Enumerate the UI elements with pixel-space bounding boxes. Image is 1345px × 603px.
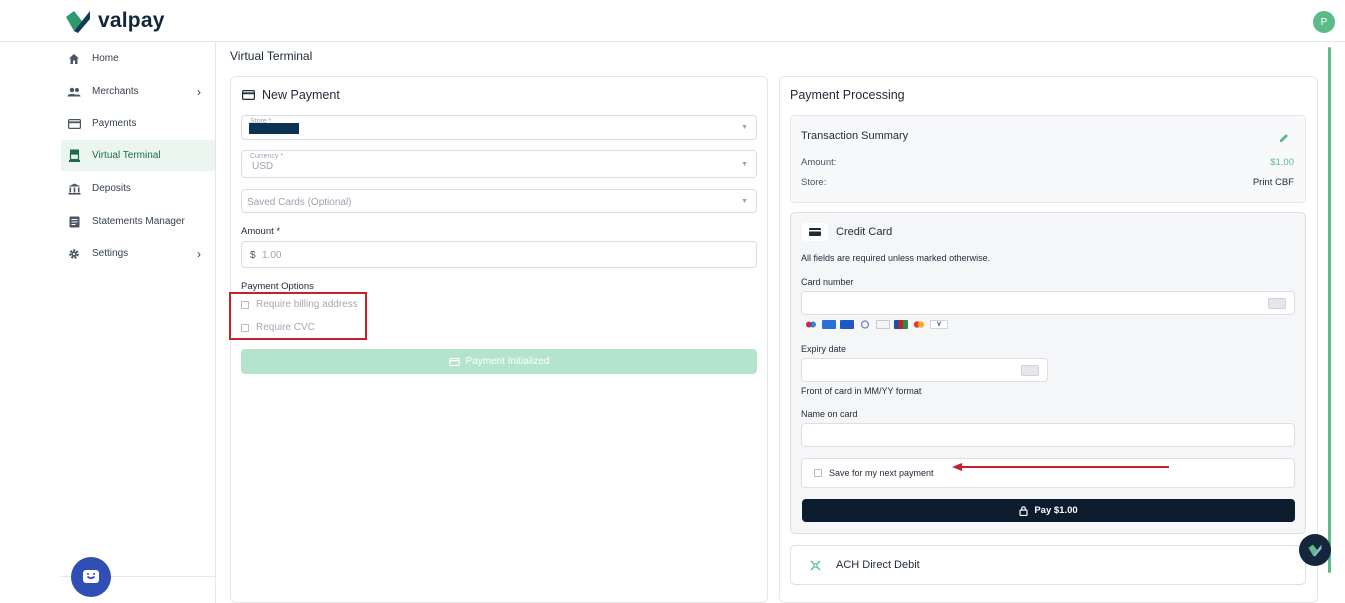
page-scrollbar[interactable] [1328, 47, 1331, 573]
jcb-icon [894, 320, 908, 329]
valpay-logo[interactable]: valpay [64, 8, 165, 34]
new-payment-title: New Payment [262, 88, 340, 102]
sidebar-item-label: Settings [92, 248, 129, 259]
amex-icon [822, 320, 836, 329]
sidebar-item-label: Merchants [92, 86, 139, 97]
summary-amount-value: $1.00 [1270, 157, 1294, 168]
summary-store-value: Print CBF [1252, 177, 1294, 188]
annotation-arrow-head [952, 463, 962, 471]
support-chat-button[interactable] [71, 557, 111, 597]
gear-icon [67, 247, 81, 261]
terminal-icon [67, 149, 81, 163]
credit-card-title: Credit Card [836, 226, 893, 238]
pay-button[interactable]: Pay $1.00 [802, 499, 1295, 522]
chevron-right-icon: › [197, 85, 201, 99]
expiry-label: Expiry date [801, 344, 847, 354]
currency-select[interactable]: Currency * USD ▼ [241, 150, 757, 178]
card-back-icon [1021, 365, 1039, 376]
caret-down-icon: ▼ [741, 198, 748, 205]
amount-placeholder: 1.00 [262, 250, 282, 261]
valpay-logo-mark-icon [1308, 544, 1322, 557]
edit-pencil-icon[interactable] [1279, 130, 1289, 148]
ach-title: ACH Direct Debit [836, 559, 920, 571]
sidebar-item-statements-manager[interactable]: Statements Manager [61, 206, 215, 237]
diners-icon [860, 320, 870, 329]
brand-name: valpay [98, 9, 165, 32]
expiry-hint: Front of card in MM/YY format [801, 386, 922, 396]
amount-label: Amount * [241, 226, 281, 237]
sidebar-item-home[interactable]: Home [61, 43, 215, 74]
card-icon [448, 357, 460, 366]
ach-icon [804, 556, 826, 574]
sidebar-item-label: Home [92, 53, 119, 64]
amount-input[interactable]: $ 1.00 [241, 241, 757, 268]
card-icon [242, 90, 255, 100]
expiry-input[interactable] [801, 358, 1048, 382]
mastercard-icon [913, 321, 925, 328]
bank-icon [67, 182, 81, 196]
people-icon [67, 85, 81, 99]
visa-icon: V [930, 320, 948, 329]
document-icon [67, 215, 81, 229]
payment-processing-header: Payment Processing [790, 88, 905, 102]
summary-store-label: Store: [801, 177, 827, 188]
payment-initialized-label: Payment Initialized [465, 356, 550, 367]
discover-icon [876, 320, 890, 329]
floating-assistant-button[interactable] [1299, 534, 1331, 566]
top-bar: valpay P [0, 0, 1345, 42]
save-card-label: Save for my next payment [829, 468, 934, 478]
lock-icon [1019, 505, 1028, 516]
new-payment-header: New Payment [242, 88, 340, 102]
user-avatar[interactable]: P [1313, 11, 1335, 33]
payment-initialized-button[interactable]: Payment Initialized [241, 349, 757, 374]
home-icon [67, 52, 81, 66]
credit-card-icon [802, 223, 828, 241]
save-card-checkbox[interactable] [814, 469, 822, 477]
pay-button-label: Pay $1.00 [1034, 505, 1078, 516]
card-number-label: Card number [801, 277, 854, 287]
valpay-logo-mark-icon [66, 11, 90, 33]
amex-blue-icon [840, 320, 854, 329]
currency-value: USD [252, 161, 274, 172]
page-title: Virtual Terminal [230, 49, 313, 63]
caret-down-icon: ▼ [741, 161, 748, 168]
maestro-icon [806, 321, 816, 328]
sidebar-item-deposits[interactable]: Deposits [61, 173, 215, 204]
sidebar-item-label: Virtual Terminal [92, 150, 161, 161]
store-value-redacted [249, 123, 299, 134]
name-on-card-label: Name on card [801, 409, 858, 419]
sidebar-item-label: Payments [92, 118, 137, 129]
caret-down-icon: ▼ [741, 124, 748, 131]
accepted-card-brands: V [804, 320, 948, 329]
transaction-summary-title: Transaction Summary [801, 130, 909, 142]
sidebar-item-virtual-terminal[interactable]: Virtual Terminal [61, 140, 215, 171]
save-card-row[interactable]: Save for my next payment [801, 458, 1295, 488]
sidebar-item-payments[interactable]: Payments [61, 108, 215, 139]
sidebar-item-settings[interactable]: Settings › [61, 238, 215, 269]
card-number-input[interactable] [801, 291, 1295, 315]
chat-smile-icon [83, 570, 99, 583]
sidebar: Home Merchants › Payments Virtual Termin… [61, 42, 216, 603]
summary-amount-label: Amount: [801, 157, 837, 168]
sidebar-item-merchants[interactable]: Merchants › [61, 76, 215, 107]
generic-card-icon [1268, 298, 1286, 309]
saved-cards-select[interactable]: Saved Cards (Optional) ▼ [241, 189, 757, 213]
sidebar-item-label: Statements Manager [92, 216, 185, 227]
store-select[interactable]: Store * ▼ [241, 115, 757, 140]
annotation-highlight-box [229, 292, 367, 340]
payment-options-label: Payment Options [241, 281, 314, 292]
annotation-arrow-line [960, 466, 1169, 468]
currency-label: Currency * [250, 153, 284, 160]
required-fields-note: All fields are required unless marked ot… [801, 253, 991, 263]
sidebar-item-label: Deposits [92, 183, 131, 194]
payment-processing-title: Payment Processing [790, 88, 905, 102]
chevron-right-icon: › [197, 247, 201, 261]
currency-prefix: $ [250, 250, 256, 261]
saved-cards-placeholder: Saved Cards (Optional) [247, 197, 352, 208]
card-icon [67, 117, 81, 131]
name-on-card-input[interactable] [801, 423, 1295, 447]
